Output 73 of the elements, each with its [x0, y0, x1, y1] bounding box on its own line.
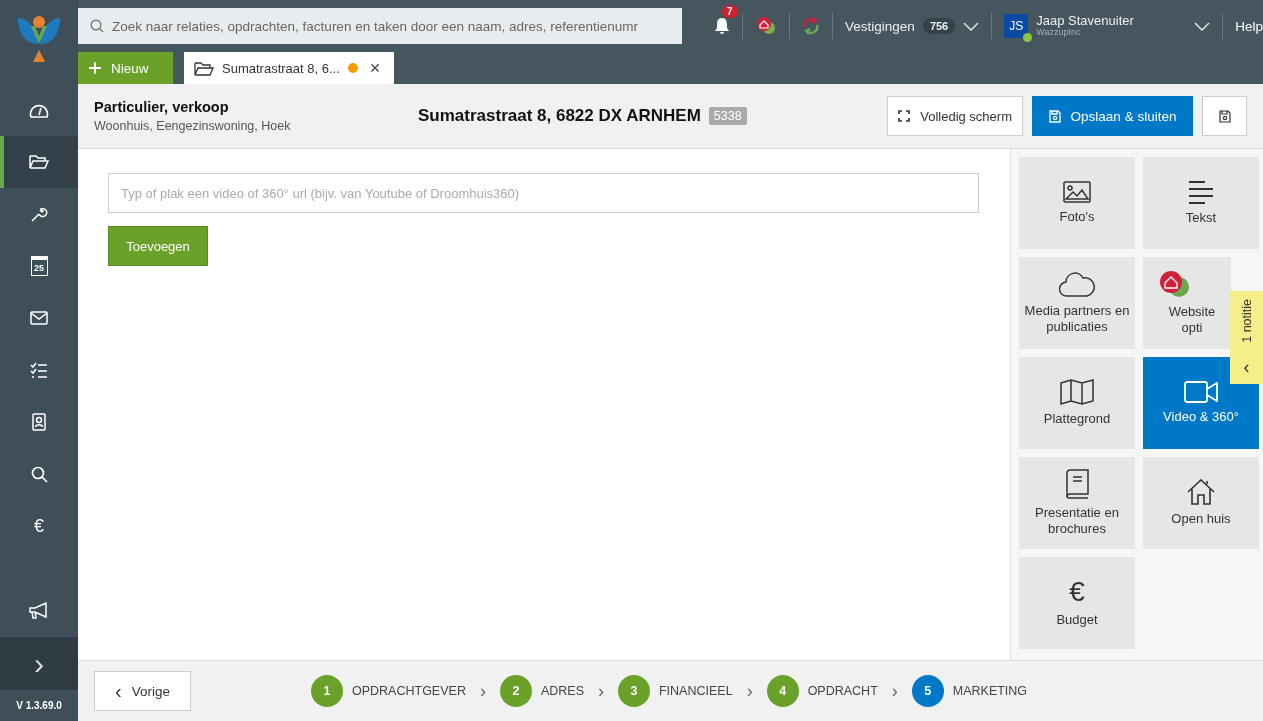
fullscreen-button[interactable]: Volledig scherm	[887, 96, 1023, 136]
text-lines-icon	[1188, 179, 1214, 204]
section-tile[interactable]: € Budget	[1019, 557, 1135, 649]
search-field[interactable]: Zoek naar relaties, opdrachten, facturen en taken door een naam, adres, referentienumr	[78, 8, 683, 44]
wizard-step[interactable]: 3 FINANCIEEL	[618, 675, 733, 707]
video-camera-icon	[1184, 380, 1218, 403]
step-separator-icon: ›	[598, 680, 604, 702]
notes-tab[interactable]: 1 notitie ‹	[1230, 291, 1263, 384]
previous-button[interactable]: ‹ Vorige	[94, 671, 191, 711]
section-tile[interactable]: Open huis	[1143, 457, 1259, 549]
book-icon	[1064, 468, 1090, 499]
chevron-down-icon	[1194, 21, 1211, 31]
checklist-icon	[30, 362, 48, 378]
sidebar-item[interactable]: €	[0, 500, 78, 552]
section-tile[interactable]: Presentatie en brochures	[1019, 457, 1135, 549]
folder-icon	[194, 60, 214, 76]
mail-icon	[30, 311, 48, 325]
document-tab[interactable]: Sumatrastraat 8, 6... ×	[184, 52, 394, 84]
search-icon	[30, 465, 48, 483]
section-tile[interactable]: Website opti	[1143, 257, 1231, 349]
video-url-field[interactable]: Typ of plak een video of 360° url (bijv. van Youtube of Droomhuis360)	[108, 173, 979, 213]
section-tile[interactable]: Tekst	[1143, 157, 1259, 249]
cloud-icon	[1059, 270, 1095, 297]
bell-icon[interactable]	[714, 17, 731, 35]
expand-icon	[898, 110, 911, 122]
wizard-step[interactable]: 1 OPDRACHTGEVER	[311, 675, 466, 707]
step-separator-icon: ›	[479, 680, 486, 702]
step-number: 3	[618, 675, 650, 707]
step-number: 5	[911, 675, 944, 707]
house-bubble-icon	[1157, 269, 1191, 298]
section-tile[interactable]: Media partners en publicaties	[1019, 257, 1135, 349]
step-number: 2	[499, 675, 532, 707]
save-close-button[interactable]: Opslaan & sluiten	[1032, 96, 1193, 136]
sync-icon[interactable]	[802, 16, 821, 36]
plus-icon	[89, 62, 101, 74]
wizard-step[interactable]: 5 MARKETING	[911, 675, 1028, 707]
reference-badge: 5338	[708, 107, 747, 125]
search-icon	[90, 19, 104, 33]
calendar-icon: 25	[30, 256, 48, 276]
listing-type-title: Particulier, verkoop	[94, 99, 230, 115]
house-bubble-icon[interactable]	[755, 16, 778, 36]
step-number: 1	[311, 675, 343, 707]
megaphone-icon[interactable]	[29, 602, 49, 620]
house-icon	[1187, 478, 1215, 505]
contact-card-icon	[31, 413, 47, 431]
step-separator-icon: ›	[746, 680, 753, 702]
section-tile[interactable]: Foto's	[1019, 157, 1135, 249]
chevron-down-icon	[963, 21, 980, 31]
step-number: 4	[766, 675, 799, 707]
notification-badge: 7	[722, 5, 738, 18]
save-icon	[1218, 109, 1231, 123]
image-icon	[1063, 180, 1091, 203]
branches-dropdown[interactable]: Vestigingen 756	[845, 18, 980, 34]
sidebar-item[interactable]	[0, 136, 78, 188]
wizard-step[interactable]: 2 ADRES	[499, 675, 584, 707]
wrench-icon	[30, 205, 48, 223]
expand-button[interactable]: ›	[0, 637, 78, 690]
section-tile[interactable]: Plattegrond	[1019, 357, 1135, 449]
address-title: Sumatrastraat 8, 6822 DX ARNHEM	[418, 106, 701, 126]
help-link[interactable]: Help	[1235, 18, 1263, 34]
save-button[interactable]	[1202, 96, 1247, 136]
save-icon	[1048, 109, 1061, 123]
wizard-step[interactable]: 4 OPDRACHT	[766, 675, 878, 707]
folder-icon	[29, 154, 49, 170]
version-label: V 1.3.69.0	[15, 699, 63, 713]
property-type-text: Woonhuis, Eengezinswoning, Hoek	[94, 119, 292, 133]
euro-icon: €	[1069, 577, 1085, 606]
step-separator-icon: ›	[891, 680, 898, 702]
sidebar-item[interactable]: 25	[0, 240, 78, 292]
tab-label: Sumatrastraat 8, 6...	[222, 60, 340, 76]
close-icon[interactable]: ×	[369, 57, 381, 79]
euro-icon: €	[34, 515, 44, 537]
map-icon	[1060, 378, 1094, 405]
